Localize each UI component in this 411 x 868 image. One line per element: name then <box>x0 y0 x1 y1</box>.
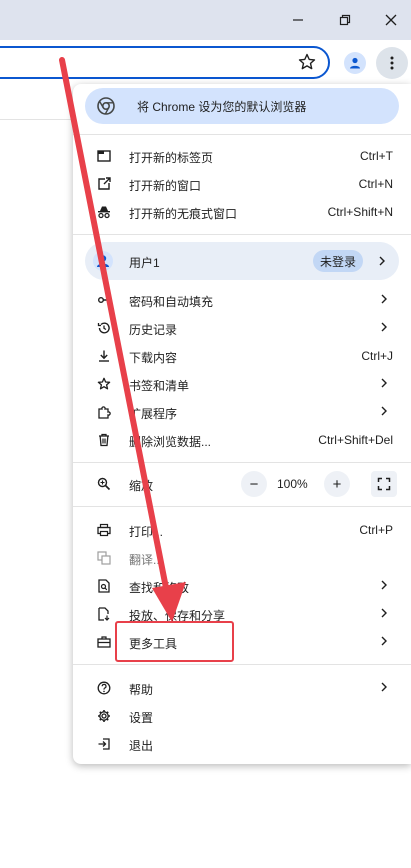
menu-item-new-tab[interactable]: 打开新的标签页 Ctrl+T <box>73 142 411 170</box>
close-icon[interactable] <box>381 10 401 30</box>
kebab-menu-icon[interactable] <box>376 47 408 79</box>
settings-icon <box>98 710 110 722</box>
new-tab-icon <box>97 150 111 162</box>
menu-item-translate[interactable]: 翻译... <box>73 544 411 572</box>
exit-icon <box>98 738 110 750</box>
shortcut-label: Ctrl+P <box>359 523 393 537</box>
menu-item-find[interactable]: 查找和修改 <box>73 572 411 600</box>
menu-item-downloads[interactable]: 下载内容 Ctrl+J <box>73 342 411 370</box>
profile-name: 用户1 <box>129 256 160 270</box>
minimize-icon[interactable] <box>288 10 308 30</box>
chevron-right-icon <box>379 256 385 266</box>
menu-item-label: 密码和自动填充 <box>129 295 214 309</box>
toolbox-icon <box>97 636 111 648</box>
menu-item-settings[interactable]: 设置 <box>73 702 411 730</box>
new-window-icon <box>98 177 111 190</box>
help-icon <box>97 681 111 695</box>
menu-item-label: 退出 <box>129 739 154 753</box>
page-divider <box>0 119 73 120</box>
chrome-main-menu: 将 Chrome 设为您的默认浏览器 打开新的标签页 Ctrl+T 打开新的窗口… <box>73 84 411 764</box>
menu-item-clear-data[interactable]: 删除浏览数据... Ctrl+Shift+Del <box>73 426 411 454</box>
chevron-right-icon <box>381 378 387 388</box>
menu-item-label: 扩展程序 <box>129 407 178 421</box>
fullscreen-icon <box>377 477 391 491</box>
menu-item-label: 翻译... <box>129 553 164 567</box>
menu-separator <box>73 664 411 665</box>
menu-item-new-window[interactable]: 打开新的窗口 Ctrl+N <box>73 170 411 198</box>
menu-item-exit[interactable]: 退出 <box>73 730 411 758</box>
highlight-box <box>115 621 234 662</box>
history-icon <box>97 322 110 334</box>
chevron-right-icon <box>381 580 387 590</box>
menu-item-label: 打印... <box>129 525 164 539</box>
window-titlebar <box>0 0 411 40</box>
address-bar[interactable] <box>0 46 330 79</box>
print-icon <box>97 523 111 537</box>
key-icon <box>98 296 110 303</box>
bookmark-star-icon[interactable] <box>297 52 317 72</box>
menu-item-label: 打开新的标签页 <box>129 151 214 165</box>
menu-item-extensions[interactable]: 扩展程序 <box>73 398 411 426</box>
chevron-right-icon <box>381 636 387 646</box>
zoom-icon <box>97 477 111 491</box>
incognito-icon <box>98 206 110 219</box>
browser-toolbar <box>0 40 411 88</box>
menu-item-label: 设置 <box>129 711 154 725</box>
download-icon <box>99 350 109 362</box>
find-icon <box>98 579 110 593</box>
menu-separator <box>73 462 411 463</box>
chevron-right-icon <box>381 682 387 692</box>
extension-icon <box>98 406 111 419</box>
trash-icon <box>99 433 109 447</box>
zoom-in-button[interactable]: + <box>324 471 350 497</box>
profile-row[interactable]: 用户1 未登录 <box>85 242 399 280</box>
star-icon <box>97 377 111 390</box>
chrome-icon <box>97 97 115 115</box>
chevron-right-icon <box>381 608 387 618</box>
shortcut-label: Ctrl+T <box>360 149 393 163</box>
shortcut-label: Ctrl+J <box>361 349 393 363</box>
menu-item-label: 帮助 <box>129 683 154 697</box>
menu-separator <box>73 506 411 507</box>
chevron-right-icon <box>381 406 387 416</box>
sign-in-status-badge[interactable]: 未登录 <box>313 250 363 272</box>
menu-item-bookmarks[interactable]: 书签和清单 <box>73 370 411 398</box>
menu-item-incognito[interactable]: 打开新的无痕式窗口 Ctrl+Shift+N <box>73 198 411 226</box>
menu-separator <box>73 134 411 135</box>
menu-item-label: 打开新的窗口 <box>129 179 202 193</box>
default-banner-label: 将 Chrome 设为您的默认浏览器 <box>137 99 307 114</box>
chevron-right-icon <box>381 294 387 304</box>
translate-icon <box>97 551 111 565</box>
profile-icon[interactable] <box>344 52 366 74</box>
zoom-label: 缩放 <box>129 479 154 493</box>
zoom-out-button[interactable]: − <box>241 471 267 497</box>
cast-save-icon <box>98 607 110 621</box>
shortcut-label: Ctrl+Shift+Del <box>318 433 393 447</box>
menu-item-print[interactable]: 打印... Ctrl+P <box>73 516 411 544</box>
restore-icon[interactable] <box>335 10 355 30</box>
chevron-right-icon <box>381 322 387 332</box>
shortcut-label: Ctrl+N <box>358 177 393 191</box>
menu-item-history[interactable]: 历史记录 <box>73 314 411 342</box>
zoom-row: 缩放 − 100% + <box>73 470 411 498</box>
menu-item-label: 书签和清单 <box>129 379 190 393</box>
menu-item-label: 历史记录 <box>129 323 178 337</box>
fullscreen-button[interactable] <box>371 471 397 497</box>
set-default-browser-banner[interactable]: 将 Chrome 设为您的默认浏览器 <box>85 88 399 124</box>
menu-item-label: 打开新的无痕式窗口 <box>129 207 238 221</box>
menu-item-label: 下载内容 <box>129 351 178 365</box>
zoom-level: 100% <box>277 477 308 491</box>
shortcut-label: Ctrl+Shift+N <box>327 205 393 219</box>
menu-item-label: 查找和修改 <box>129 581 190 595</box>
menu-item-label: 删除浏览数据... <box>129 435 212 449</box>
menu-item-help[interactable]: 帮助 <box>73 674 411 702</box>
menu-item-passwords[interactable]: 密码和自动填充 <box>73 286 411 314</box>
avatar <box>93 251 113 271</box>
menu-separator <box>73 234 411 235</box>
